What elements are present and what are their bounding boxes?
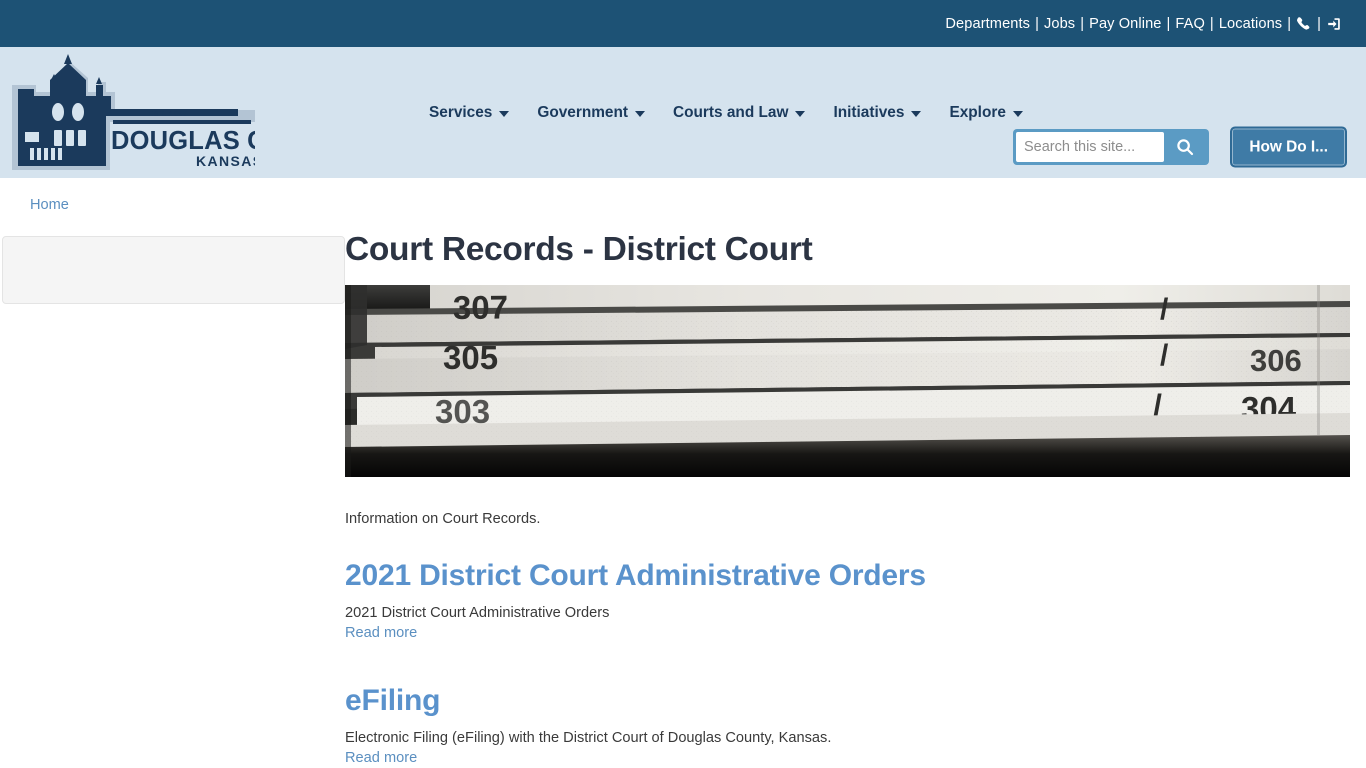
sign-in-icon[interactable]: [1326, 16, 1342, 32]
site-logo[interactable]: EST. 1855 DOUGLAS COUNTY KANSAS: [10, 52, 255, 172]
svg-text:306: 306: [1250, 343, 1302, 378]
svg-text:305: 305: [443, 339, 498, 376]
svg-text:EST. 1855: EST. 1855: [148, 109, 188, 118]
svg-text:307: 307: [453, 288, 508, 325]
svg-text:KANSAS: KANSAS: [196, 153, 255, 169]
page-title: Court Records - District Court: [345, 231, 813, 268]
how-do-i-button[interactable]: How Do I...: [1230, 126, 1347, 168]
sidebar-panel: [2, 236, 345, 304]
intro-text: Information on Court Records.: [345, 510, 541, 527]
nav-item-services[interactable]: Services: [429, 103, 510, 122]
nav-label: Initiatives: [833, 103, 905, 121]
top-link-locations[interactable]: Locations: [1219, 16, 1282, 32]
top-link-faq[interactable]: FAQ: [1175, 16, 1205, 32]
read-more-link[interactable]: Read more: [345, 625, 417, 641]
separator: |: [1287, 15, 1292, 32]
svg-text:/: /: [1160, 293, 1169, 326]
item-title-administrative-orders[interactable]: 2021 District Court Administrative Order…: [345, 559, 1366, 592]
nav-item-initiatives[interactable]: Initiatives: [833, 103, 922, 122]
chevron-down-icon: [795, 110, 806, 117]
breadcrumb: Home: [0, 178, 1366, 232]
item-description: Electronic Filing (eFiling) with the Dis…: [345, 729, 832, 746]
chevron-down-icon: [911, 110, 922, 117]
svg-text:DOUGLAS COUNTY: DOUGLAS COUNTY: [111, 127, 255, 155]
separator: |: [1317, 15, 1321, 32]
item-title-efiling[interactable]: eFiling: [345, 684, 1366, 717]
list-item: eFiling Electronic Filing (eFiling) with…: [345, 684, 1366, 767]
top-link-departments[interactable]: Departments: [945, 16, 1030, 32]
search-icon: [1176, 138, 1194, 156]
nav-label: Government: [537, 103, 628, 121]
chevron-down-icon: [1012, 110, 1023, 117]
top-link-jobs[interactable]: Jobs: [1044, 16, 1075, 32]
item-description: 2021 District Court Administrative Order…: [345, 604, 610, 621]
read-more-link[interactable]: Read more: [345, 750, 417, 766]
how-do-i-label: How Do I...: [1249, 138, 1328, 155]
left-sidebar: [0, 232, 345, 768]
page-content: Court Records - District Court 307 / 305…: [0, 231, 1366, 768]
nav-item-government[interactable]: Government: [537, 104, 645, 122]
separator: |: [1035, 15, 1039, 32]
site-search: [1013, 129, 1209, 165]
nav-item-explore[interactable]: Explore: [949, 103, 1023, 122]
chevron-down-icon: [635, 110, 645, 117]
top-utility-bar: Departments | Jobs | Pay Online | FAQ | …: [0, 0, 1366, 47]
breadcrumb-item-home[interactable]: Home: [30, 197, 69, 213]
hero-image: 307 / 305 / 306 303 / 304: [345, 284, 1350, 477]
search-button[interactable]: [1164, 132, 1206, 162]
nav-label: Courts and Law: [673, 103, 789, 121]
phone-icon[interactable]: [1296, 16, 1312, 32]
main-column: Court Records - District Court 307 / 305…: [345, 231, 1366, 768]
chevron-down-icon: [499, 110, 510, 117]
separator: |: [1080, 15, 1085, 32]
search-input[interactable]: [1016, 132, 1164, 162]
nav-label: Services: [429, 103, 493, 121]
separator: |: [1166, 15, 1171, 32]
top-utility-links: Departments | Jobs | Pay Online | FAQ | …: [945, 16, 1342, 32]
nav-label: Explore: [949, 103, 1006, 121]
svg-text:/: /: [1160, 339, 1169, 372]
main-navigation: Services Government Courts and Law Initi…: [429, 47, 1023, 178]
site-header: EST. 1855 DOUGLAS COUNTY KANSAS Services…: [0, 47, 1366, 178]
list-item: 2021 District Court Administrative Order…: [345, 559, 1366, 642]
nav-item-courts-and-law[interactable]: Courts and Law: [673, 103, 806, 122]
top-link-pay-online[interactable]: Pay Online: [1089, 16, 1161, 32]
separator: |: [1209, 15, 1214, 32]
